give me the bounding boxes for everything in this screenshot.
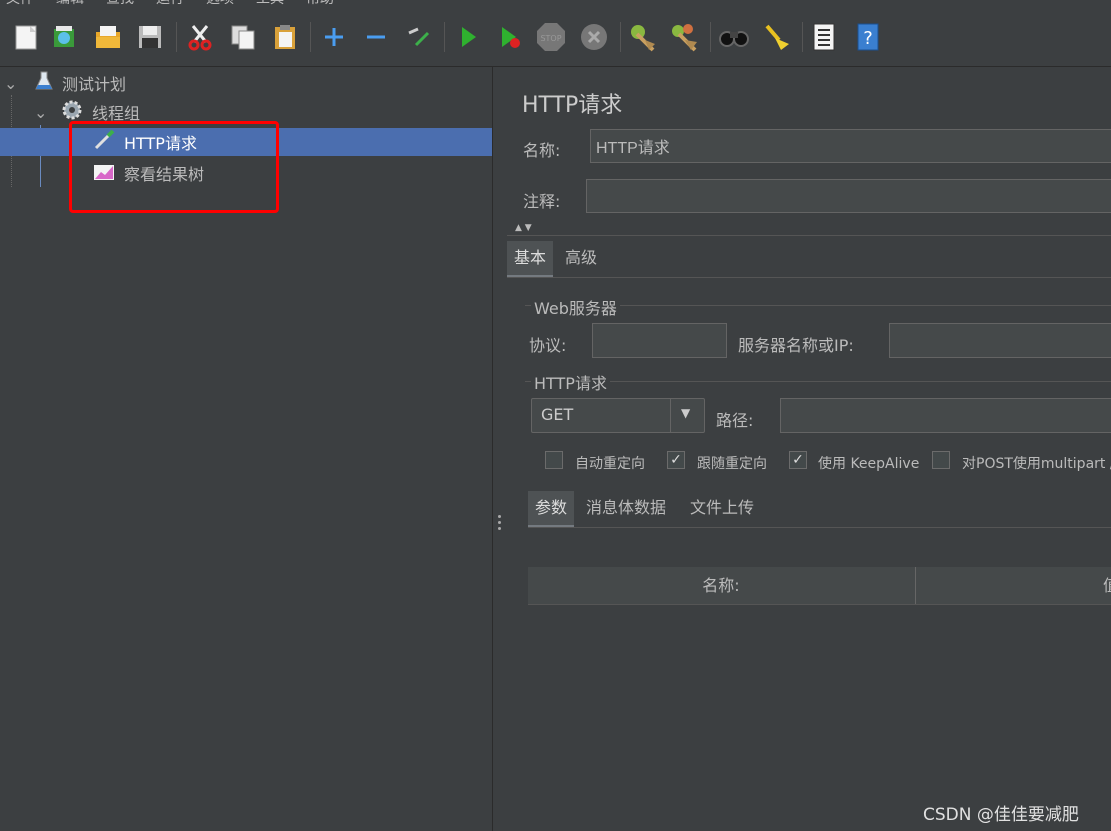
splitter[interactable] (492, 67, 508, 831)
chevron-down-icon[interactable]: ⌄ (4, 74, 22, 93)
paste-icon[interactable] (269, 21, 301, 53)
help-icon[interactable]: ? (852, 21, 884, 53)
follow-redirect-checkbox[interactable]: ✓ (667, 451, 685, 469)
menu-file[interactable]: 文件 (6, 0, 34, 8)
toolbar: STOP ? (0, 10, 1111, 67)
svg-text:STOP: STOP (540, 34, 561, 43)
tab-files-upload[interactable]: 文件上传 (690, 491, 754, 525)
test-plan-tree: ⌄ 测试计划 ⌄ 线程组 HTTP请求 察看结果树 (0, 67, 492, 831)
start-icon[interactable] (452, 21, 484, 53)
menu-edit[interactable]: 编辑 (56, 0, 84, 8)
toggle-icon[interactable] (402, 21, 434, 53)
copy-icon[interactable] (227, 21, 259, 53)
collapse-arrows-icon[interactable]: ▲ ▼ (515, 223, 532, 233)
comment-field[interactable] (586, 179, 1111, 213)
http-request-legend: HTTP请求 (531, 370, 610, 394)
multipart-label: 对POST使用multipart / (962, 456, 1111, 472)
tab-basic[interactable]: 基本 (507, 241, 554, 278)
protocol-label: 协议: (529, 336, 567, 355)
panel-title: HTTP请求 (522, 93, 623, 118)
path-label: 路径: (716, 411, 754, 430)
method-select[interactable]: GET ▼ (531, 398, 705, 433)
add-icon[interactable] (318, 21, 350, 53)
menu-search[interactable]: 查找 (106, 0, 134, 8)
watermark: CSDN @佳佳要减肥 (923, 805, 1079, 825)
new-icon[interactable] (10, 21, 42, 53)
column-value[interactable]: 值 (1103, 567, 1111, 604)
flask-icon (34, 70, 54, 96)
keepalive-label: 使用 KeepAlive (818, 456, 920, 472)
tab-params[interactable]: 参数 (528, 491, 575, 528)
open-icon[interactable] (92, 21, 124, 53)
name-label: 名称: (523, 141, 561, 160)
menu-help[interactable]: 帮助 (306, 0, 334, 8)
menu-run[interactable]: 运行 (156, 0, 184, 8)
tab-body-data[interactable]: 消息体数据 (586, 491, 666, 525)
clear-icon[interactable] (626, 21, 658, 53)
remove-icon[interactable] (360, 21, 392, 53)
dropdown-arrow-icon: ▼ (681, 406, 691, 420)
multipart-checkbox[interactable] (932, 451, 950, 469)
comment-label: 注释: (523, 192, 561, 211)
server-field[interactable] (889, 323, 1111, 358)
stop-icon[interactable]: STOP (535, 21, 567, 53)
auto-redirect-label: 自动重定向 (575, 456, 645, 472)
path-field[interactable] (780, 398, 1111, 433)
clear-all-icon[interactable] (668, 21, 700, 53)
search-icon[interactable] (718, 21, 750, 53)
shutdown-icon[interactable] (578, 21, 610, 53)
chevron-down-icon[interactable]: ⌄ (34, 103, 52, 122)
name-field[interactable] (590, 129, 1111, 163)
tab-advanced[interactable]: 高级 (565, 241, 597, 275)
params-table-header: 名称: 值 (528, 567, 1111, 605)
follow-redirect-label: 跟随重定向 (697, 456, 767, 472)
cut-icon[interactable] (184, 21, 216, 53)
highlight-box (69, 121, 279, 213)
templates-icon[interactable] (48, 21, 80, 53)
protocol-field[interactable] (592, 323, 727, 358)
http-request-panel: HTTP请求 名称: 注释: ▲ ▼ 基本 高级 Web服务器 协议: 服务器名… (507, 67, 1111, 831)
menu-options[interactable]: 选项 (206, 0, 234, 8)
web-server-legend: Web服务器 (531, 295, 620, 319)
method-value: GET (541, 405, 574, 424)
reset-search-icon[interactable] (760, 21, 792, 53)
menu-tools[interactable]: 工具 (256, 0, 284, 8)
menu-bar: 文件 编辑 查找 运行 选项 工具 帮助 (0, 0, 1111, 10)
svg-text:?: ? (863, 28, 873, 49)
column-name[interactable]: 名称: (528, 567, 914, 604)
tree-label: 测试计划 (62, 75, 127, 94)
save-icon[interactable] (134, 21, 166, 53)
tree-item-test-plan[interactable]: ⌄ 测试计划 (0, 69, 492, 97)
start-no-pause-icon[interactable] (494, 21, 526, 53)
function-helper-icon[interactable] (808, 21, 840, 53)
auto-redirect-checkbox[interactable] (545, 451, 563, 469)
server-label: 服务器名称或IP: (738, 336, 854, 355)
keepalive-checkbox[interactable]: ✓ (789, 451, 807, 469)
